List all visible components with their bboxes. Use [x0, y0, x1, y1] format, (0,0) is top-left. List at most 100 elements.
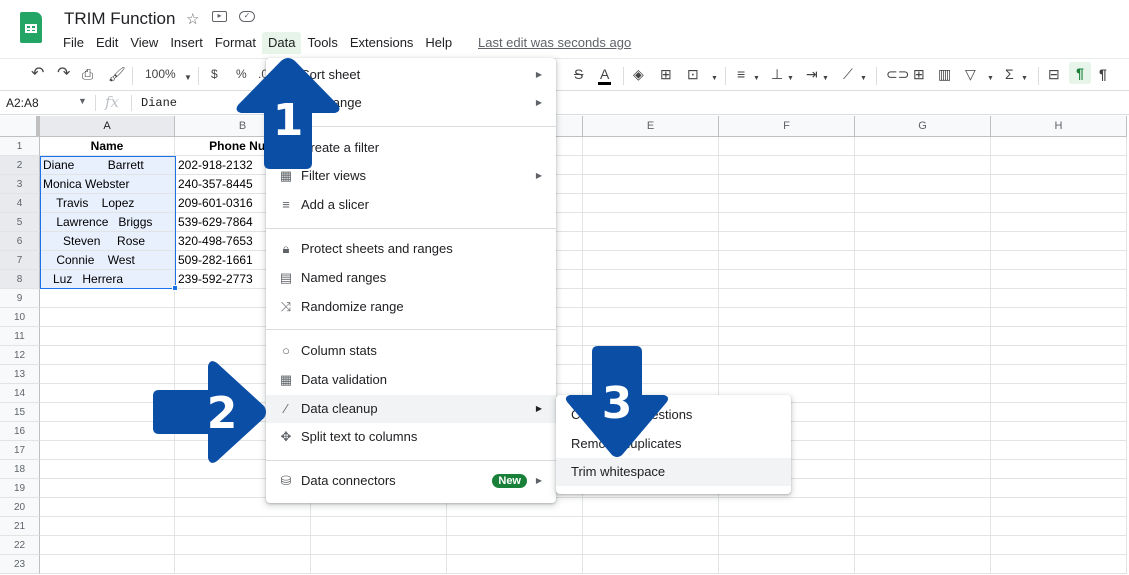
menu-extensions[interactable]: Extensions	[344, 32, 420, 54]
data-menu-item[interactable]: 🔒︎ Protect sheets and ranges	[266, 235, 556, 263]
cell[interactable]	[855, 251, 991, 270]
data-menu-item[interactable]: ⁄ Data cleanup ▶	[266, 395, 556, 423]
vertical-align-icon[interactable]: ⊥	[771, 66, 783, 82]
cell[interactable]	[583, 213, 719, 232]
row-header[interactable]: 11	[0, 327, 40, 346]
row-header[interactable]: 14	[0, 384, 40, 403]
cell[interactable]	[991, 232, 1127, 251]
row-header[interactable]: 9	[0, 289, 40, 308]
cell[interactable]	[855, 517, 991, 536]
cell[interactable]	[583, 517, 719, 536]
fill-color-icon[interactable]: ◈	[633, 66, 644, 82]
insert-comment-icon[interactable]: ⊞	[913, 66, 925, 82]
row-header[interactable]: 3	[0, 175, 40, 194]
cell[interactable]	[40, 289, 175, 308]
text-wrapping-icon[interactable]: ⇥	[806, 66, 818, 82]
cell[interactable]	[991, 251, 1127, 270]
menu-file[interactable]: File	[57, 32, 90, 54]
name-cell[interactable]: Diane Barrett	[40, 156, 175, 175]
name-cell[interactable]: Luz Herrera	[40, 270, 175, 289]
row-header[interactable]: 20	[0, 498, 40, 517]
row-header[interactable]: 2	[0, 156, 40, 175]
cell[interactable]	[583, 308, 719, 327]
cell[interactable]	[40, 517, 175, 536]
cell[interactable]	[855, 460, 991, 479]
cell[interactable]	[583, 194, 719, 213]
column-header-5[interactable]: F	[719, 116, 855, 137]
cell[interactable]	[855, 441, 991, 460]
cell[interactable]	[991, 308, 1127, 327]
cell[interactable]	[855, 555, 991, 574]
cell[interactable]	[991, 175, 1127, 194]
cell[interactable]	[311, 555, 447, 574]
cell[interactable]	[40, 308, 175, 327]
data-menu-item[interactable]: ≡ Add a slicer	[266, 191, 556, 219]
column-header-6[interactable]: G	[855, 116, 991, 137]
cell[interactable]	[855, 346, 991, 365]
cell[interactable]	[855, 194, 991, 213]
zoom-dropdown-icon[interactable]: ▼	[184, 70, 192, 86]
data-menu-item[interactable]: ○ Column stats	[266, 337, 556, 365]
menu-tools[interactable]: Tools	[301, 32, 343, 54]
document-title[interactable]: TRIM Function	[64, 9, 175, 29]
cell[interactable]	[40, 498, 175, 517]
row-header[interactable]: 17	[0, 441, 40, 460]
cell[interactable]	[583, 156, 719, 175]
cell[interactable]	[991, 289, 1127, 308]
cell[interactable]	[991, 422, 1127, 441]
name-box-dropdown-icon[interactable]: ▼	[78, 96, 87, 106]
cell[interactable]	[991, 137, 1127, 156]
row-header[interactable]: 18	[0, 460, 40, 479]
star-icon[interactable]: ☆	[186, 10, 199, 28]
text-rotation-icon[interactable]: ⟋	[843, 66, 853, 82]
row-header[interactable]: 13	[0, 365, 40, 384]
insert-chart-icon[interactable]: ▥	[938, 66, 951, 82]
cell[interactable]	[991, 479, 1127, 498]
v-align-dropdown-icon[interactable]: ▼	[787, 71, 794, 87]
cell[interactable]	[719, 156, 855, 175]
insert-link-icon[interactable]: ⊂⊃	[886, 66, 909, 82]
cell[interactable]	[583, 536, 719, 555]
cell[interactable]	[447, 536, 583, 555]
menu-data[interactable]: Data	[262, 32, 302, 54]
redo-icon[interactable]: ↷	[57, 66, 70, 82]
cell[interactable]	[719, 270, 855, 289]
cell[interactable]	[719, 213, 855, 232]
name-cell[interactable]: Lawrence Briggs	[40, 213, 175, 232]
wrap-dropdown-icon[interactable]: ▼	[822, 71, 829, 87]
cell[interactable]	[991, 536, 1127, 555]
cell[interactable]	[855, 365, 991, 384]
cell[interactable]	[855, 327, 991, 346]
menu-edit[interactable]: Edit	[90, 32, 124, 54]
currency-format-button[interactable]: $	[211, 66, 218, 82]
zoom-select[interactable]: 100%	[145, 66, 176, 82]
ltr-direction-icon[interactable]: ¶	[1069, 62, 1091, 84]
text-color-icon[interactable]: A	[598, 66, 612, 85]
cell[interactable]	[855, 384, 991, 403]
functions-dropdown-icon[interactable]: ▼	[1021, 71, 1028, 87]
cell[interactable]	[40, 479, 175, 498]
merge-dropdown-icon[interactable]: ▼	[711, 71, 718, 87]
cell[interactable]	[40, 327, 175, 346]
cell[interactable]	[855, 175, 991, 194]
column-header-7[interactable]: H	[991, 116, 1127, 137]
select-all-corner[interactable]	[0, 116, 40, 137]
cell[interactable]	[719, 251, 855, 270]
filter-icon[interactable]: ▽	[965, 66, 976, 82]
cell[interactable]	[447, 555, 583, 574]
cell[interactable]	[583, 251, 719, 270]
header-cell-name[interactable]: Name	[40, 137, 175, 156]
cell[interactable]	[583, 270, 719, 289]
cell[interactable]	[855, 213, 991, 232]
cell[interactable]	[719, 536, 855, 555]
name-cell[interactable]: Connie West	[40, 251, 175, 270]
h-align-dropdown-icon[interactable]: ▼	[753, 71, 760, 87]
data-menu-item[interactable]: ⤨ Randomize range	[266, 293, 556, 321]
cell[interactable]	[583, 289, 719, 308]
cell[interactable]	[991, 213, 1127, 232]
cell[interactable]	[991, 441, 1127, 460]
name-box[interactable]: A2:A8	[6, 96, 39, 110]
row-header[interactable]: 22	[0, 536, 40, 555]
last-edit-link[interactable]: Last edit was seconds ago	[478, 35, 631, 50]
row-header[interactable]: 1	[0, 137, 40, 156]
